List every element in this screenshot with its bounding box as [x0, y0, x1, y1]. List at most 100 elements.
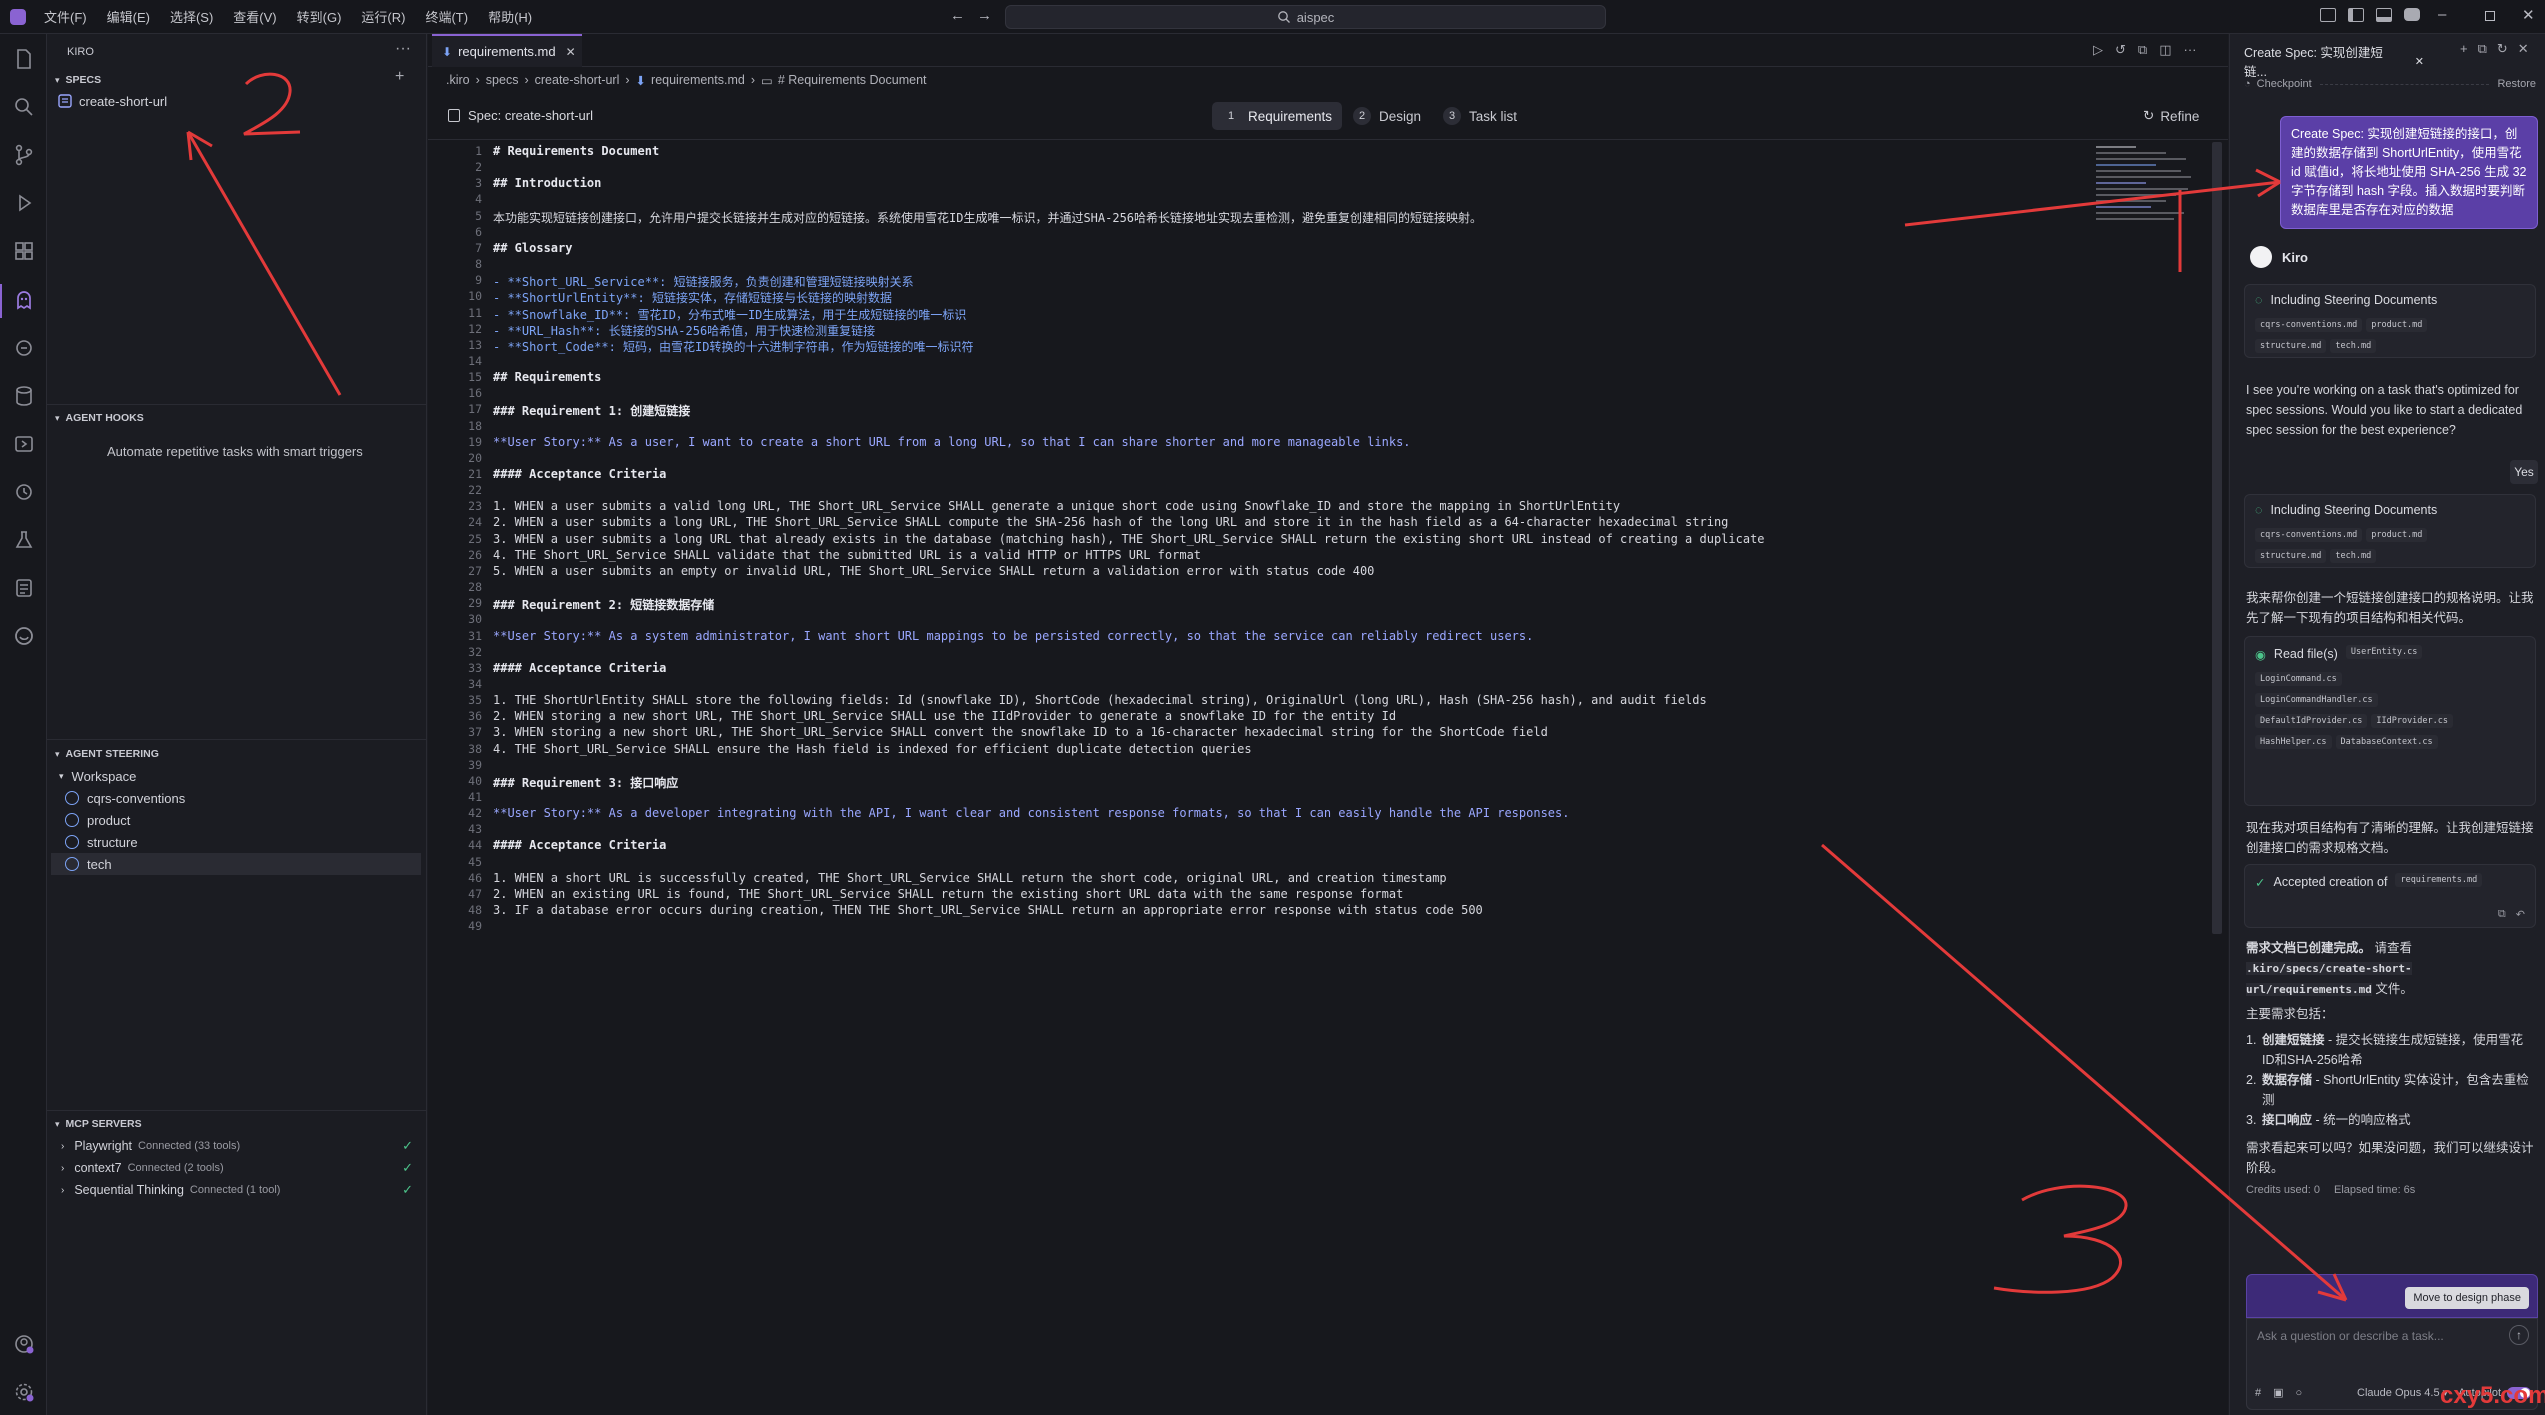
forward-arrow-icon[interactable]: →	[977, 7, 992, 24]
steering-item-tech[interactable]: tech	[51, 853, 421, 875]
send-icon[interactable]: ↑	[2509, 1325, 2529, 1345]
add-spec-button[interactable]: +	[395, 68, 404, 86]
minimize-icon[interactable]: –	[2438, 6, 2446, 23]
code-line: 5. WHEN a user submits an empty or inval…	[493, 563, 1375, 578]
markdown-file-icon: ⬇	[442, 44, 453, 59]
docker-icon[interactable]	[12, 336, 36, 360]
model-select[interactable]: Claude Opus 4.5 ▾	[2357, 1386, 2448, 1399]
line-number: 41	[468, 790, 482, 804]
hash-icon[interactable]: #	[2255, 1387, 2261, 1399]
testing-icon[interactable]	[12, 528, 36, 552]
more-actions-icon[interactable]: ···	[395, 40, 411, 58]
search-icon[interactable]	[12, 95, 36, 119]
settings-icon[interactable]: ↻	[2497, 41, 2508, 57]
step-design[interactable]: 2 Design	[1343, 102, 1431, 130]
close-window-icon[interactable]: ✕	[2522, 6, 2535, 24]
steering-wheel-icon	[65, 791, 79, 805]
code-editor[interactable]: 1 # Requirements Document 2 3 ## Introductio…	[428, 140, 2208, 1415]
chat-input[interactable]: Ask a question or describe a task...	[2257, 1329, 2444, 1343]
line-number: 28	[468, 580, 482, 595]
layout-grid-icon[interactable]	[2320, 8, 2336, 22]
agent-steering-section-header[interactable]: ▾ AGENT STEERING	[47, 744, 427, 764]
more-actions-icon[interactable]: ···	[2184, 42, 2197, 58]
steering-item-structure[interactable]: structure	[65, 831, 420, 853]
search-icon	[1277, 11, 1290, 23]
specs-section-header[interactable]: ▾ SPECS	[47, 70, 427, 90]
menu-item-terminal[interactable]: 终端(T)	[425, 7, 468, 26]
maximize-icon[interactable]	[2485, 11, 2495, 21]
code-line: # Requirements Document	[493, 144, 660, 158]
run-icon[interactable]: ▷	[2093, 42, 2103, 58]
menu-item-run[interactable]: 运行(R)	[361, 7, 405, 26]
menu-item-edit[interactable]: 编辑(E)	[107, 7, 150, 26]
run-debug-icon[interactable]	[12, 191, 36, 215]
steering-card-2: ◌ Including Steering Documents cqrs-conv…	[2244, 494, 2536, 568]
split-editor-icon[interactable]: ◫	[2159, 42, 2171, 58]
eye-icon: ◉	[2255, 647, 2266, 662]
close-tab-icon[interactable]: ✕	[2415, 55, 2424, 68]
kiro-ghost-icon[interactable]	[12, 288, 36, 312]
line-number: 25	[468, 531, 482, 546]
chat-tab[interactable]: Create Spec: 实现创建短链... ✕	[2244, 42, 2424, 80]
toggle-panel-icon[interactable]	[2376, 8, 2392, 22]
agent-hooks-section-header[interactable]: ▾ AGENT HOOKS	[47, 408, 427, 428]
menu-item-go[interactable]: 转到(G)	[297, 7, 342, 26]
menu-item-view[interactable]: 查看(V)	[233, 7, 276, 26]
timeline-icon[interactable]	[12, 480, 36, 504]
command-search[interactable]: aispec	[1005, 5, 1606, 29]
step-requirements[interactable]: 1 Requirements	[1212, 102, 1343, 130]
menu-bar: 文件(F) 编辑(E) 选择(S) 查看(V) 转到(G) 运行(R) 终端(T…	[44, 7, 552, 26]
yes-button[interactable]: Yes	[2510, 460, 2538, 484]
explorer-icon[interactable]	[12, 47, 36, 71]
new-chat-icon[interactable]: +	[2460, 41, 2468, 57]
steering-item-product[interactable]: product	[65, 809, 420, 831]
database-icon[interactable]	[12, 384, 36, 408]
remote-icon[interactable]	[12, 432, 36, 456]
undo-icon[interactable]: ↶	[2516, 908, 2525, 921]
mcp-servers-section-header[interactable]: ▾ MCP SERVERS	[47, 1114, 427, 1134]
menu-item-file[interactable]: 文件(F)	[44, 7, 87, 26]
chat-bubble-icon[interactable]	[2404, 8, 2420, 21]
agent-header: Kiro	[2250, 246, 2308, 268]
close-panel-icon[interactable]: ✕	[2518, 41, 2529, 57]
code-line: ### Requirement 1: 创建短链接	[493, 404, 691, 419]
line-number: 20	[468, 450, 482, 465]
editor-actions: ▷ ↺ ⧉ ◫ ···	[2093, 42, 2197, 58]
spec-item-create-short-url[interactable]: create-short-url	[57, 90, 417, 112]
code-line: 1. THE ShortUrlEntity SHALL store the fo…	[493, 693, 1707, 708]
diff-icon[interactable]: ⧉	[2138, 42, 2147, 58]
steering-item-cqrs-conventions[interactable]: cqrs-conventions	[65, 787, 420, 809]
move-to-design-button[interactable]: Move to design phase	[2405, 1287, 2529, 1309]
menu-item-help[interactable]: 帮助(H)	[488, 7, 532, 26]
close-tab-icon[interactable]: ✕	[566, 45, 576, 59]
restore-button[interactable]: Restore	[2497, 78, 2536, 90]
line-number: 13	[468, 337, 482, 352]
step-task-list[interactable]: 3 Task list	[1433, 102, 1527, 130]
accepted-card: ✓ Accepted creation of requirements.md ⧉…	[2244, 864, 2536, 928]
mcp-server-sequential-thinking[interactable]: › Sequential Thinking Connected (1 tool)…	[61, 1179, 421, 1201]
history-icon[interactable]: ⧉	[2478, 41, 2487, 57]
circle-icon[interactable]: ○	[2296, 1387, 2303, 1399]
edge-icon[interactable]	[12, 624, 36, 648]
line-number: 11	[468, 305, 482, 320]
workspace-folder[interactable]: ▾ Workspace	[59, 765, 136, 787]
refresh-icon: ↻	[2143, 108, 2155, 123]
history-icon[interactable]: ↺	[2115, 42, 2126, 58]
source-control-icon[interactable]	[12, 143, 36, 167]
mcp-server-context7[interactable]: › context7 Connected (2 tools) ✓	[61, 1157, 421, 1179]
menu-item-selection[interactable]: 选择(S)	[170, 7, 213, 26]
outline-icon[interactable]	[12, 576, 36, 600]
tab-requirements-md[interactable]: ⬇ requirements.md ✕	[432, 34, 582, 67]
toggle-sidebar-icon[interactable]	[2348, 8, 2364, 22]
account-icon[interactable]	[12, 1332, 36, 1356]
settings-gear-icon[interactable]	[12, 1380, 36, 1404]
copy-icon[interactable]: ⧉	[2498, 908, 2506, 921]
refine-button[interactable]: ↻ Refine	[2133, 102, 2209, 130]
mcp-server-playwright[interactable]: › Playwright Connected (33 tools) ✓	[61, 1135, 421, 1157]
image-icon[interactable]: ▣	[2273, 1386, 2283, 1399]
editor-scrollbar[interactable]	[2212, 142, 2222, 934]
extensions-icon[interactable]	[12, 239, 36, 263]
back-arrow-icon[interactable]: ←	[950, 7, 965, 24]
code-line: 4. THE Short_URL_Service SHALL ensure th…	[493, 741, 1252, 756]
line-number: 1	[475, 144, 482, 158]
